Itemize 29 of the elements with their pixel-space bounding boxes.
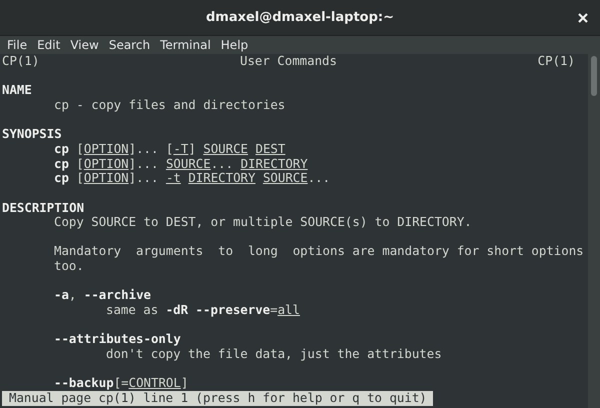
manual-line: cp - copy files and directories [54, 98, 286, 113]
scrollbar[interactable] [588, 54, 600, 408]
status-bar: Manual page cp(1) line 1 (press h for help or q to quit) [2, 390, 433, 406]
window-title: dmaxel@dmaxel-laptop:~ [206, 10, 394, 25]
manual-line: Mandatory arguments to long options are mandatory for short options [54, 244, 584, 260]
page-id: CP(1) [538, 54, 575, 69]
menu-item[interactable]: Edit [34, 38, 68, 52]
manual-line: -a, --archive [54, 288, 151, 304]
manual-line: cp [OPTION]... SOURCE... DIRECTORY [54, 156, 308, 172]
menu-item[interactable]: File [4, 38, 34, 52]
menu-item[interactable]: Search [106, 38, 158, 52]
manual-line: --attributes-only [54, 332, 181, 348]
manual-line: cp [OPTION]... -t DIRECTORY SOURCE... [54, 171, 330, 186]
section-heading: DESCRIPTION [2, 200, 84, 216]
section-heading: SYNOPSIS [2, 127, 62, 142]
manual-section-title: User Commands [240, 54, 337, 69]
menu-item[interactable]: Help [218, 38, 256, 52]
menu-item[interactable]: Terminal [157, 38, 218, 52]
option-description: don't copy the file data, just the attributes [106, 347, 442, 362]
close-icon[interactable] [578, 13, 588, 23]
manual-line: --backup[=CONTROL] [54, 376, 188, 391]
section-heading: NAME [2, 83, 32, 98]
scrollbar-thumb[interactable] [591, 56, 597, 96]
manual-line: cp [OPTION]... [-T] SOURCE DEST [54, 142, 286, 157]
option-description: same as -dR --preserve=all [106, 303, 300, 318]
manual-line: Copy SOURCE to DEST, or multiple SOURCE(s) to DIRECTORY. [54, 215, 472, 230]
manual-line: too. [54, 259, 84, 274]
menu-item[interactable]: View [67, 38, 106, 52]
page-id: CP(1) [2, 54, 40, 69]
